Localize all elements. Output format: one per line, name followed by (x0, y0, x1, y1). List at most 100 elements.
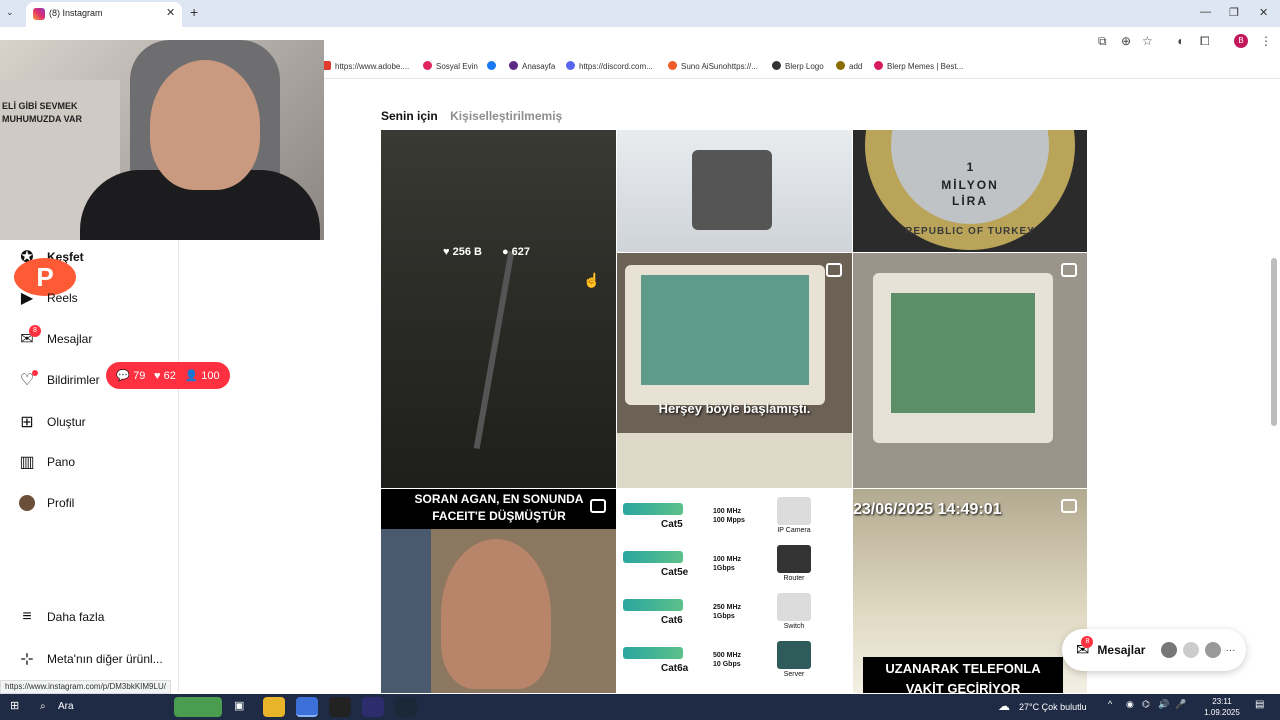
cable-name: Cat5e (661, 567, 689, 578)
sidebar-item-daha-fazla[interactable]: ≡ Daha fazla (17, 605, 104, 629)
bookmark-item[interactable]: Sosyal Evin (423, 61, 478, 71)
extensions-puzzle-icon[interactable]: ⧠ (1200, 34, 1210, 49)
new-tab-button[interactable]: + (190, 4, 198, 20)
comment-count: 💬 79 (116, 370, 146, 382)
browser-menu-icon[interactable]: ⋮ (1260, 34, 1272, 48)
floating-messages-button[interactable]: ✉ 8 Mesajlar ··· (1062, 629, 1246, 671)
extension-icon[interactable]: ◖ (1176, 34, 1183, 48)
heart-filled-icon: ♥ (154, 369, 161, 382)
coin-rim-text: REPUBLIC OF TURKEY (905, 226, 1035, 237)
bookmark-item[interactable]: Suno AiSunohttps://... (668, 61, 758, 71)
sidebar-item-bildirimler[interactable]: ♡ Bildirimler (17, 368, 100, 392)
avatar (1205, 642, 1222, 658)
install-app-icon[interactable]: ⧉ (1098, 34, 1107, 49)
bookmark-item[interactable]: Anasayfa (509, 61, 555, 71)
notification-summary-pill[interactable]: 💬 79 ♥ 62 👤 100 (106, 362, 230, 389)
sidebar-item-profil[interactable]: Profil (17, 491, 74, 515)
like-count: ♥ 62 (154, 369, 176, 382)
reel-icon (1061, 263, 1077, 277)
post-caption: Herşey böyle başlamıştı. (658, 401, 811, 416)
cable-name: Cat6a (661, 663, 689, 674)
notification-center-icon[interactable]: ▤ (1255, 699, 1264, 710)
like-count: ♥ 256 B (443, 246, 482, 258)
app-icon[interactable] (329, 697, 351, 717)
sidebar-item-reels[interactable]: ▶ Reels (17, 286, 78, 310)
status-url: https://www.instagram.com/p/DM3bkKIM9LU/ (0, 680, 171, 694)
sidebar-item-olustur[interactable]: ⊞ Oluştur (17, 410, 85, 434)
tab-kisisellestirilmemis[interactable]: Kişiselleştirilmemiş (450, 109, 562, 123)
task-view-icon[interactable]: ▣ (234, 699, 244, 712)
tray-overflow-icon[interactable]: ^ (1108, 699, 1112, 709)
reel-icon (826, 263, 842, 277)
explore-post-network-cables[interactable]: Cat5 100 MHz 100 Mpps IP Camera Cat5e 100… (617, 489, 852, 693)
sidebar-item-label: Meta'nın diğer ürünl... (47, 652, 163, 666)
bookmark-item[interactable]: Blerp Logo (772, 61, 824, 71)
bookmark-item[interactable]: https://discord.com... (566, 61, 653, 71)
person-icon: 👤 (184, 370, 199, 382)
steam-icon[interactable] (395, 697, 417, 717)
sidebar-item-label: Bildirimler (47, 373, 100, 387)
post-caption: UZANARAK TELEFONLA (885, 661, 1041, 676)
bookmark-item[interactable] (487, 61, 500, 71)
windows-start-icon[interactable]: ⊞ (10, 699, 19, 712)
device-name: Server (783, 671, 805, 678)
sidebar-item-meta-apps[interactable]: ⊹ Meta'nın diğer ürünl... (17, 647, 163, 671)
page-scrollbar[interactable] (1271, 258, 1277, 426)
bookmark-item[interactable]: Blerp Memes | Best... (874, 61, 963, 71)
explore-post-soran-agan[interactable]: SORAN AGAN, EN SONUNDA FACEIT'E DÜŞMÜŞTÜ… (381, 489, 616, 693)
search-icon: ⌕ (40, 701, 46, 712)
taskbar-clock[interactable]: 23:11 1.09.2025 (1200, 696, 1244, 718)
messages-label: Mesajlar (1097, 643, 1146, 657)
sidebar-item-mesajlar[interactable]: ✉ 8 Mesajlar (17, 325, 92, 351)
profile-avatar-button[interactable]: B (1234, 34, 1248, 48)
coin-text-top: 1 (966, 160, 974, 174)
sidebar-item-pano[interactable]: ▥ Pano (17, 450, 75, 474)
messenger-icon: ✉ 8 (1076, 636, 1094, 660)
restore-button[interactable]: ❐ (1229, 6, 1239, 19)
tab-instagram[interactable]: (8) Instagram ✕ (26, 2, 182, 27)
explore-post-snow[interactable] (617, 130, 852, 252)
server-icon (777, 641, 811, 669)
suno-icon (668, 61, 677, 70)
comment-icon: ● (501, 246, 509, 258)
router-icon (777, 545, 811, 573)
coin-text-bottom: LİRA (952, 194, 988, 208)
meta-apps-icon: ⊹ (20, 651, 34, 668)
network-icon[interactable]: ⌬ (1142, 699, 1150, 710)
explore-post-coin[interactable]: 1 MİLYON LİRA REPUBLIC OF TURKEY (853, 130, 1087, 252)
plus-square-icon: ⊞ (20, 414, 34, 431)
bookmark-item[interactable]: https://www.adobe.... (322, 61, 409, 71)
tray-app-icon[interactable]: ◉ (1126, 699, 1134, 710)
explore-post-dark-video[interactable]: ♥ 256 B ● 627 ☝ (381, 130, 616, 488)
bookmark-star-icon[interactable]: ☆ (1142, 34, 1153, 48)
tab-close-icon[interactable]: ✕ (166, 6, 175, 19)
webcam-overlay: ELİ GİBİ SEVMEK MUHUMUZDA VAR (0, 40, 324, 240)
post-hover-stats: ♥ 256 B ● 627 (443, 246, 530, 258)
explore-post-retro-pc[interactable]: Herşey böyle başlamıştı. (617, 253, 852, 488)
cable-name: Cat6 (661, 615, 683, 626)
volume-icon[interactable]: 🔊 (1158, 699, 1169, 710)
close-window-button[interactable]: ✕ (1259, 6, 1268, 19)
facebook-icon (487, 61, 496, 70)
weather-text[interactable]: 27°C Çok bulutlu (1019, 702, 1087, 712)
messages-badge: 8 (29, 325, 41, 337)
webcam-person-face (150, 60, 260, 190)
file-explorer-icon[interactable] (263, 697, 285, 717)
avatar (1183, 642, 1200, 658)
chrome-icon[interactable] (296, 697, 318, 717)
explore-post-cctv[interactable]: 23/06/2025 14:49:01 UZANARAK TELEFONLA V… (853, 489, 1087, 693)
microphone-icon[interactable]: 🎤 (1175, 699, 1186, 710)
tab-senin-icin[interactable]: Senin için (381, 109, 438, 123)
profile-avatar-icon (17, 493, 37, 513)
network-row: Cat6 250 MHz 1Gbps Switch (617, 589, 852, 635)
tab-search-chevron-icon[interactable]: ⌄ (6, 7, 14, 18)
heart-icon: ♡ (17, 370, 38, 390)
taskbar-search[interactable]: ⌕ Ara (34, 694, 174, 720)
explore-post-crt-monitor[interactable] (853, 253, 1087, 488)
zoom-icon[interactable]: ⊕ (1121, 34, 1131, 48)
minimize-button[interactable]: — (1200, 6, 1211, 18)
app-icon[interactable] (362, 697, 384, 717)
bookmark-item[interactable]: add (836, 61, 862, 71)
post-image-person (441, 539, 551, 689)
sosyal-evin-icon (423, 61, 432, 70)
